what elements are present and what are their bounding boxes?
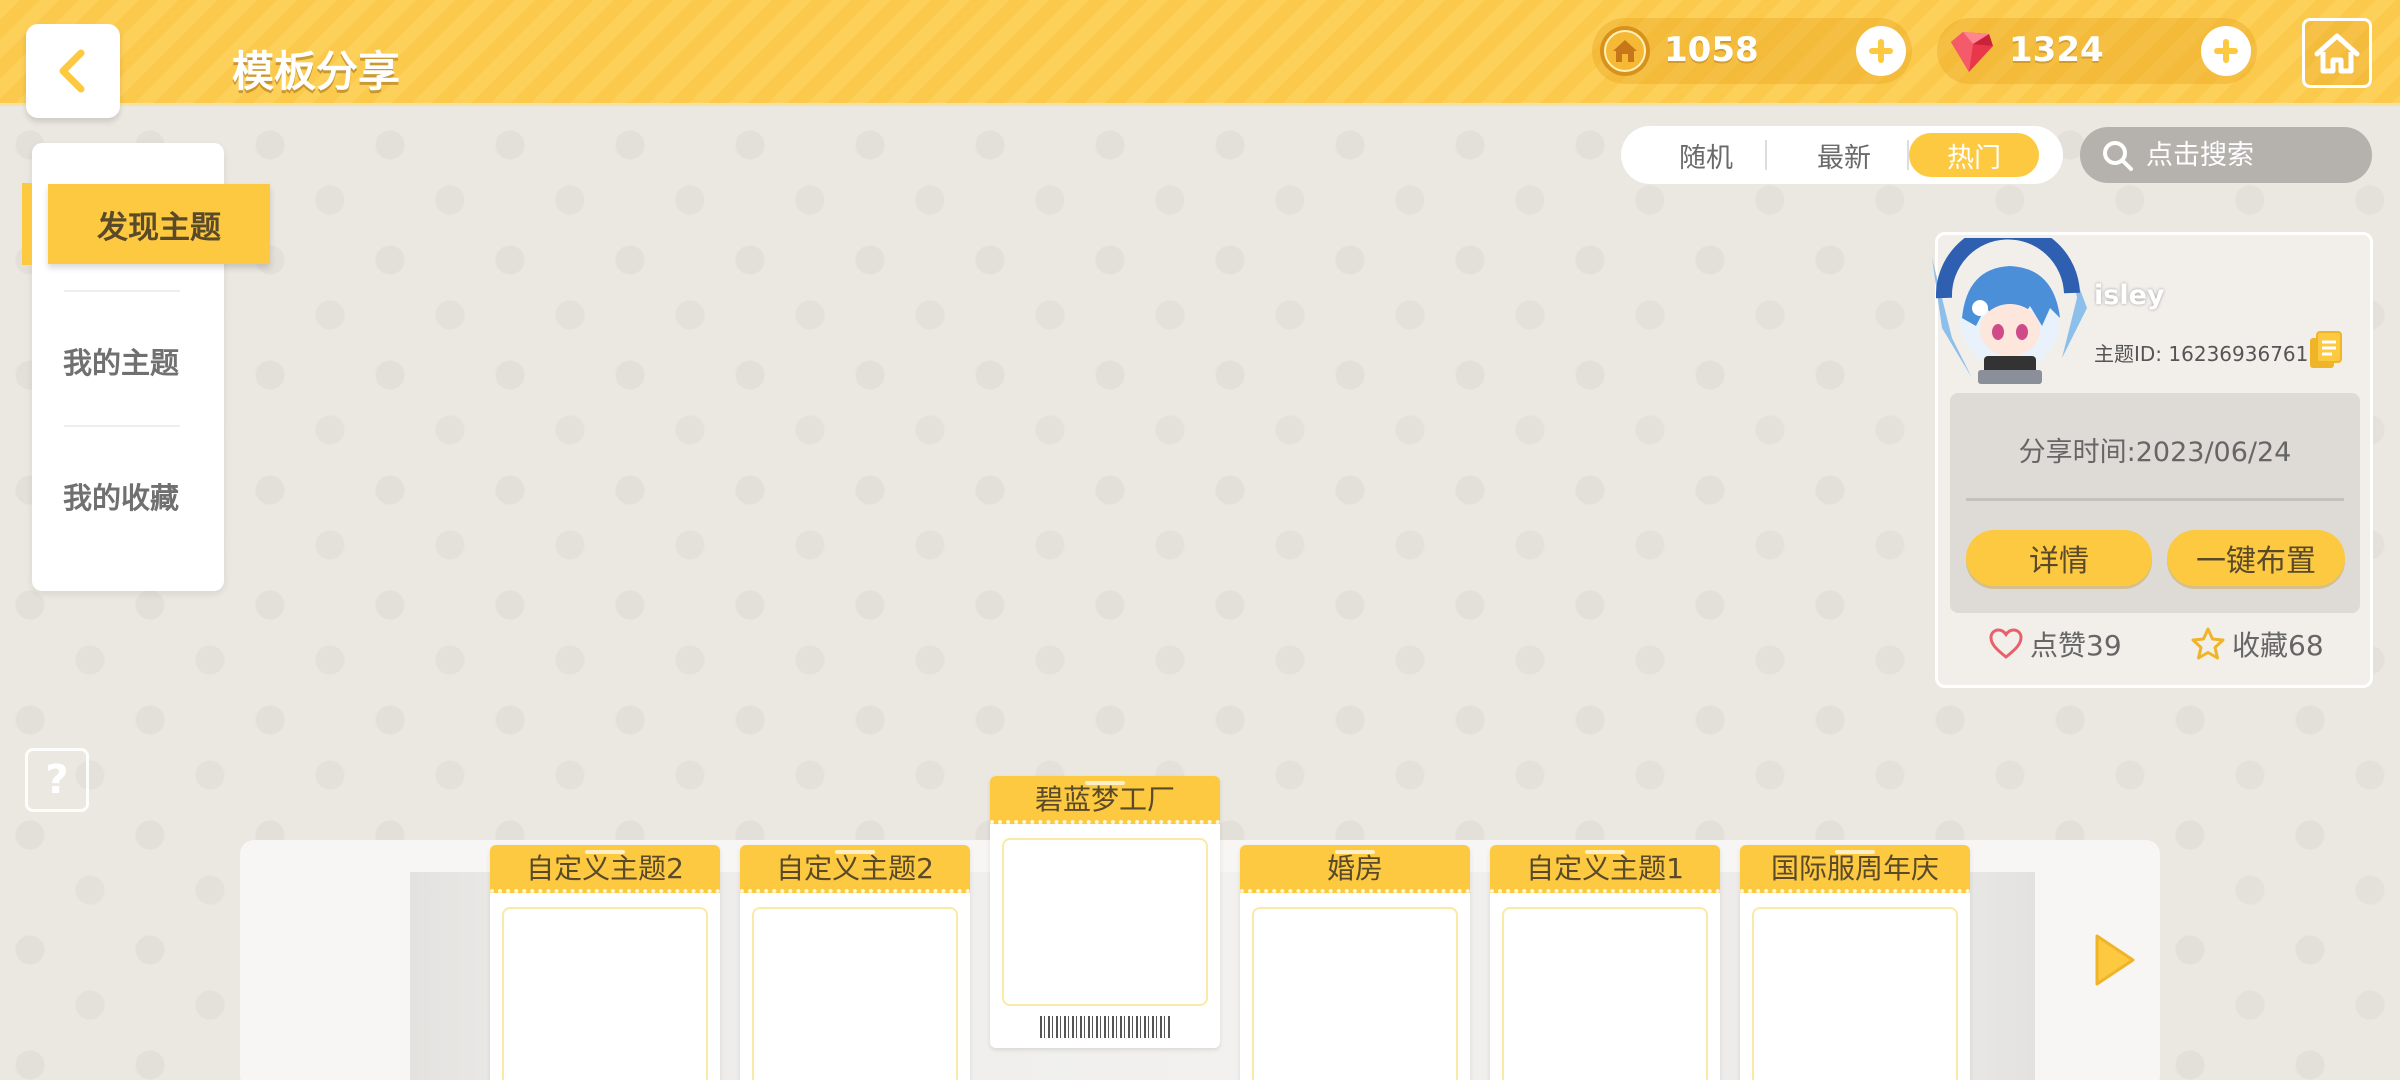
page-title: 模板分享 — [232, 47, 401, 96]
theme-thumbnail — [752, 907, 958, 1080]
home-button[interactable] — [2302, 18, 2372, 88]
theme-card-selected[interactable]: 碧蓝梦工厂 — [990, 776, 1220, 1048]
search-input[interactable] — [2146, 135, 2356, 175]
theme-card[interactable]: 自定义主题2 — [740, 845, 970, 1080]
favorite-button[interactable]: 收藏68 — [2190, 624, 2324, 664]
add-coins-button[interactable] — [1856, 26, 1906, 76]
theme-card-title: 自定义主题1 — [1490, 845, 1720, 893]
barcode — [1040, 1016, 1170, 1038]
theme-card[interactable]: 自定义主题2 — [490, 845, 720, 1080]
heart-icon — [1989, 628, 2023, 659]
theme-card[interactable]: 婚房 — [1240, 845, 1470, 1080]
theme-thumbnail — [1752, 907, 1958, 1080]
theme-card-title: 自定义主题2 — [740, 845, 970, 893]
coin-counter: 1058 — [1592, 18, 1912, 84]
theme-card-title: 碧蓝梦工厂 — [990, 776, 1220, 824]
info-divider — [1966, 498, 2344, 501]
menu-divider — [64, 425, 180, 427]
theme-thumbnail — [502, 907, 708, 1080]
back-button[interactable] — [26, 24, 120, 118]
next-arrow-icon[interactable] — [2093, 932, 2137, 988]
home-icon — [2314, 33, 2360, 74]
sort-tabs: 随机 最新 热门 — [1621, 126, 2063, 184]
copy-icon[interactable] — [2308, 330, 2344, 370]
search-bar[interactable] — [2080, 127, 2372, 183]
details-button[interactable]: 详情 — [1966, 530, 2152, 586]
help-button[interactable]: ? — [25, 748, 89, 812]
gem-counter: 1324 — [1937, 18, 2257, 84]
like-count: 点赞39 — [2030, 629, 2122, 662]
theme-thumbnail — [1002, 838, 1208, 1006]
theme-thumbnail — [1502, 907, 1708, 1080]
avatar — [1932, 238, 2087, 384]
like-button[interactable]: 点赞39 — [1988, 624, 2122, 664]
tab-popular[interactable]: 热门 — [1909, 133, 2039, 177]
menu-accent — [22, 183, 32, 265]
theme-card-title: 国际服周年庆 — [1740, 845, 1970, 893]
theme-card[interactable]: 国际服周年庆 — [1740, 845, 1970, 1080]
add-gems-button[interactable] — [2201, 26, 2251, 76]
plus-icon — [1869, 39, 1893, 63]
theme-card[interactable]: 自定义主题1 — [1490, 845, 1720, 1080]
plus-icon — [2214, 39, 2238, 63]
menu-item-my-favorites[interactable]: 我的收藏 — [32, 475, 210, 517]
theme-card-title: 婚房 — [1240, 845, 1470, 893]
menu-item-discover[interactable]: 发现主题 — [48, 184, 270, 264]
favorite-count: 收藏68 — [2232, 629, 2324, 662]
menu-item-my-themes[interactable]: 我的主题 — [32, 340, 210, 382]
tab-separator — [1765, 140, 1767, 170]
theme-card-title: 自定义主题2 — [490, 845, 720, 893]
star-icon — [2191, 627, 2225, 660]
tab-newest[interactable]: 最新 — [1779, 133, 1909, 177]
gem-value: 1324 — [2009, 30, 2104, 70]
back-arrow-icon — [59, 49, 85, 93]
coin-value: 1058 — [1664, 30, 1759, 70]
menu-divider — [64, 290, 180, 292]
search-icon — [2103, 141, 2133, 171]
share-time: 分享时间:2023/06/24 — [2018, 437, 2292, 468]
tab-random[interactable]: 随机 — [1641, 133, 1771, 177]
author-name: isley — [2094, 280, 2165, 311]
coin-icon — [1600, 26, 1650, 76]
apply-theme-button[interactable]: 一键布置 — [2167, 530, 2345, 586]
theme-thumbnail — [1252, 907, 1458, 1080]
gem-icon — [1951, 32, 1993, 72]
theme-id: 主题ID: 16236936761 — [2094, 342, 2309, 366]
